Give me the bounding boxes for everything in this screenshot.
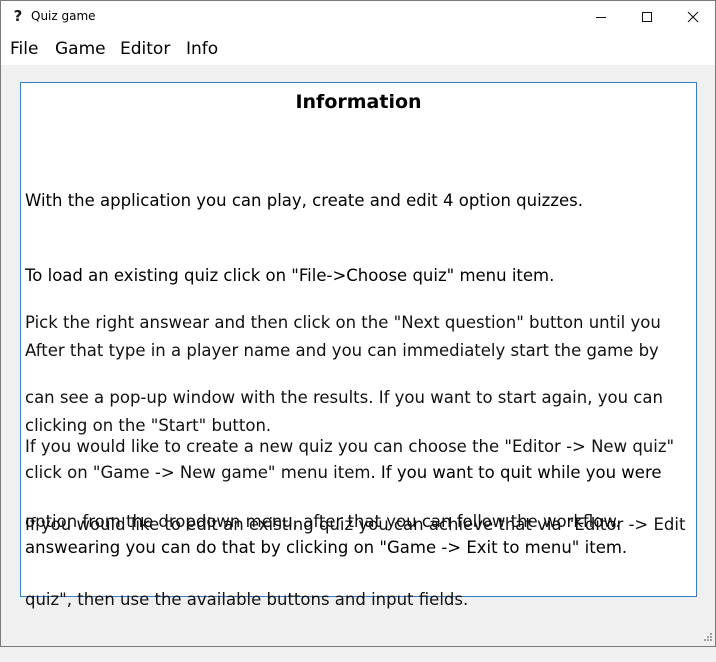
create-line-1: If you would like to create a new quiz y… <box>25 437 675 456</box>
close-button[interactable] <box>670 1 716 32</box>
close-icon <box>687 11 699 22</box>
info-panel[interactable]: Information With the application you can… <box>20 82 697 609</box>
edit-line-1: If you would like to edit an existing qu… <box>25 515 686 534</box>
maximize-button[interactable] <box>624 1 670 32</box>
intro-line-1: With the application you can play, creat… <box>25 191 583 210</box>
info-heading: Information <box>295 91 422 113</box>
menu-editor[interactable]: Editor <box>120 39 170 59</box>
question-mark-icon: ? <box>13 7 23 25</box>
edit-line-2: quiz", then use the available buttons an… <box>25 590 469 609</box>
menu-info[interactable]: Info <box>186 39 218 59</box>
app-window: ? Quiz game File Game Editor Info Inform… <box>0 0 716 647</box>
play-line-1: Pick the right answear and then click on… <box>25 313 661 332</box>
title-bar[interactable]: ? Quiz game <box>1 1 715 32</box>
info-paragraph-edit: If you would like to edit an existing qu… <box>25 462 697 662</box>
maximize-icon <box>642 11 652 22</box>
window-title: Quiz game <box>31 9 96 23</box>
resize-grip-icon[interactable] <box>701 632 713 644</box>
minimize-icon <box>596 16 606 18</box>
menu-bar: File Game Editor Info <box>1 32 715 65</box>
minimize-button[interactable] <box>578 1 624 32</box>
menu-game[interactable]: Game <box>55 39 106 59</box>
menu-file[interactable]: File <box>10 39 38 59</box>
